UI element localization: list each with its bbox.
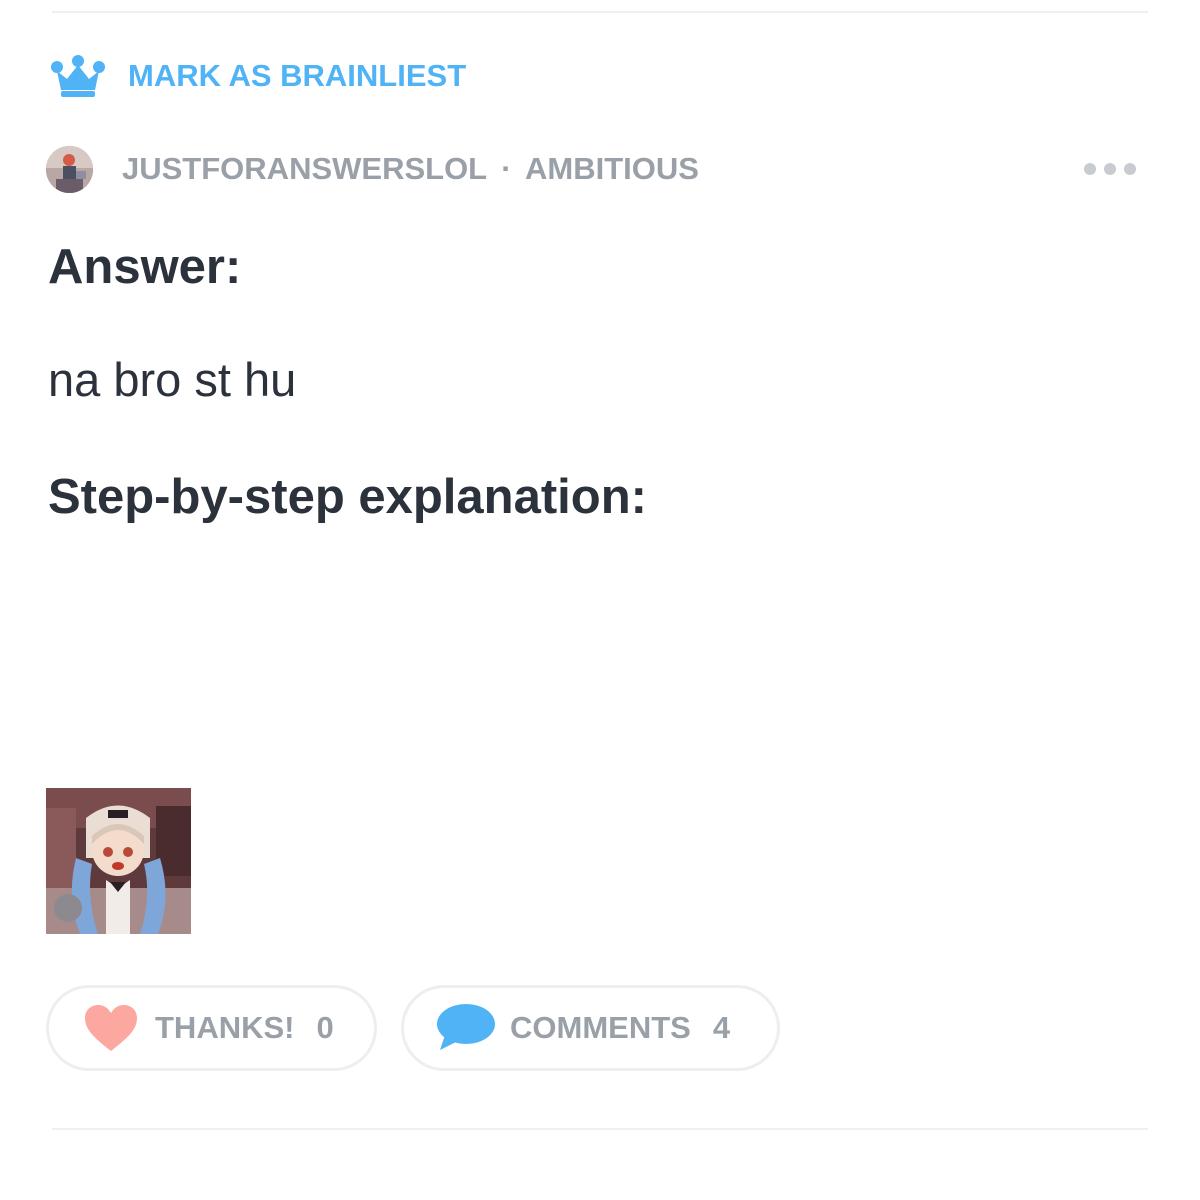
crown-icon [50,54,106,98]
comments-label: COMMENTS [510,1010,691,1045]
thanks-label: THANKS! [155,1010,295,1045]
answer-heading: Answer: [48,240,242,294]
answer-text: na bro st hu [48,353,297,406]
comments-button[interactable]: COMMENTS 4 [401,985,780,1071]
top-divider [52,11,1148,13]
more-dots-icon [1124,163,1136,175]
mark-as-brainliest-label: MARK AS BRAINLIEST [128,58,467,93]
more-dots-icon [1104,163,1116,175]
more-dots-icon [1084,163,1096,175]
thanks-button[interactable]: THANKS! 0 [46,985,377,1071]
author-separator: · [501,151,512,186]
author-rank: AMBITIOUS [524,151,699,186]
comments-count: 4 [712,1010,731,1045]
mark-as-brainliest-button[interactable]: MARK AS BRAINLIEST [50,52,466,100]
explanation-heading: Step-by-step explanation: [48,470,647,524]
avatar[interactable] [46,145,93,193]
more-options-button[interactable] [1084,152,1136,186]
attachment-image[interactable] [46,788,191,934]
author-username[interactable]: JUSTFORANSWERSLOL [122,151,487,186]
heart-icon [83,1003,139,1053]
author-row: JUSTFORANSWERSLOL · AMBITIOUS [46,144,1146,194]
speech-bubble-icon [434,1002,496,1054]
bottom-divider [52,1128,1148,1130]
thanks-count: 0 [316,1010,334,1045]
author-meta: JUSTFORANSWERSLOL · AMBITIOUS [122,151,699,187]
